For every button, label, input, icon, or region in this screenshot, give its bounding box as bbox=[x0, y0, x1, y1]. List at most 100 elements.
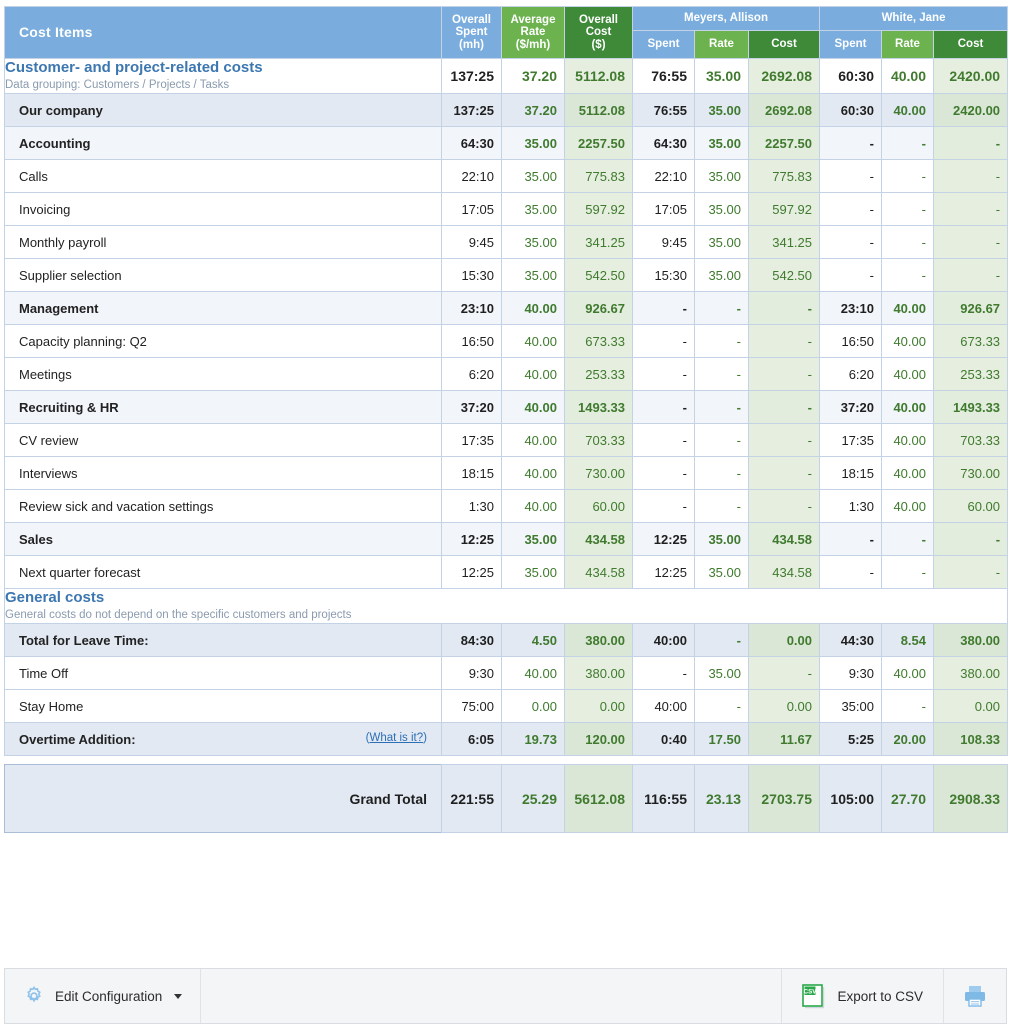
cell-white-cost: 0.00 bbox=[934, 690, 1008, 723]
section-title: Customer- and project-related costs bbox=[5, 59, 441, 77]
table-row[interactable]: Sales12:2535.00434.5812:2535.00434.58--- bbox=[5, 523, 1008, 556]
cell-meyers-cost: - bbox=[749, 657, 820, 690]
edit-configuration-button[interactable]: Edit Configuration bbox=[5, 969, 201, 1023]
cell-overall-spent: 12:25 bbox=[442, 556, 502, 589]
overtime-label: Overtime Addition: bbox=[19, 732, 136, 747]
what-is-it-link[interactable]: (What is it?) bbox=[366, 732, 427, 744]
col-header-person-white[interactable]: White, Jane bbox=[820, 7, 1008, 31]
cell-meyers-cost: - bbox=[749, 325, 820, 358]
cell-average-rate: 35.00 bbox=[502, 556, 565, 589]
cell-white-spent: - bbox=[820, 127, 882, 160]
table-row[interactable]: Capacity planning: Q216:5040.00673.33---… bbox=[5, 325, 1008, 358]
cell-meyers-rate: - bbox=[695, 690, 749, 723]
cell-average-rate: 35.00 bbox=[502, 127, 565, 160]
cell-meyers-rate: - bbox=[695, 325, 749, 358]
cell-average-rate: 4.50 bbox=[502, 624, 565, 657]
cell-meyers-spent: 22:10 bbox=[633, 160, 695, 193]
section-total-average-rate: 37.20 bbox=[502, 59, 565, 94]
edit-configuration-label: Edit Configuration bbox=[55, 989, 162, 1004]
table-row[interactable]: Accounting64:3035.002257.5064:3035.00225… bbox=[5, 127, 1008, 160]
cell-meyers-spent: 40:00 bbox=[633, 690, 695, 723]
table-row[interactable]: Supplier selection15:3035.00542.5015:303… bbox=[5, 259, 1008, 292]
cell-meyers-rate: - bbox=[695, 292, 749, 325]
overtime-average-rate: 19.73 bbox=[502, 723, 565, 756]
col-header-meyers-spent[interactable]: Spent bbox=[633, 31, 695, 59]
cell-meyers-rate: 35.00 bbox=[695, 193, 749, 226]
cell-average-rate: 35.00 bbox=[502, 523, 565, 556]
cell-meyers-spent: 12:25 bbox=[633, 556, 695, 589]
col-header-white-rate[interactable]: Rate bbox=[882, 31, 934, 59]
cell-average-rate: 40.00 bbox=[502, 292, 565, 325]
section-title-cell[interactable]: Customer- and project-related costs Data… bbox=[5, 59, 442, 94]
cell-white-spent: - bbox=[820, 226, 882, 259]
col-header-overall-cost[interactable]: Overall Cost ($) bbox=[565, 7, 633, 59]
cell-overall-spent: 22:10 bbox=[442, 160, 502, 193]
row-label: Stay Home bbox=[5, 690, 442, 723]
overtime-label-cell: (What is it?) Overtime Addition: bbox=[5, 723, 442, 756]
cell-average-rate: 40.00 bbox=[502, 358, 565, 391]
cell-average-rate: 40.00 bbox=[502, 657, 565, 690]
export-to-csv-button[interactable]: CSV Export to CSV bbox=[782, 969, 944, 1023]
table-row[interactable]: Total for Leave Time:84:304.50380.0040:0… bbox=[5, 624, 1008, 657]
cell-meyers-spent: - bbox=[633, 391, 695, 424]
table-row[interactable]: Review sick and vacation settings1:3040.… bbox=[5, 490, 1008, 523]
table-row[interactable]: Time Off9:3040.00380.00-35.00-9:3040.003… bbox=[5, 657, 1008, 690]
table-row[interactable]: Calls22:1035.00775.8322:1035.00775.83--- bbox=[5, 160, 1008, 193]
table-row[interactable]: Invoicing17:0535.00597.9217:0535.00597.9… bbox=[5, 193, 1008, 226]
table-row[interactable]: Monthly payroll9:4535.00341.259:4535.003… bbox=[5, 226, 1008, 259]
cell-white-rate: 40.00 bbox=[882, 424, 934, 457]
section-total-white-rate: 40.00 bbox=[882, 59, 934, 94]
col-header-person-meyers[interactable]: Meyers, Allison bbox=[633, 7, 820, 31]
col-header-average-rate[interactable]: Average Rate ($/mh) bbox=[502, 7, 565, 59]
cell-overall-spent: 64:30 bbox=[442, 127, 502, 160]
table-row[interactable]: Our company137:2537.205112.0876:5535.002… bbox=[5, 94, 1008, 127]
cell-meyers-rate: 35.00 bbox=[695, 657, 749, 690]
cell-white-rate: 40.00 bbox=[882, 94, 934, 127]
col-header-white-cost[interactable]: Cost bbox=[934, 31, 1008, 59]
table-row[interactable]: Stay Home75:000.000.0040:00-0.0035:00-0.… bbox=[5, 690, 1008, 723]
cell-meyers-rate: - bbox=[695, 624, 749, 657]
col-header-white-spent[interactable]: Spent bbox=[820, 31, 882, 59]
overtime-addition-row[interactable]: (What is it?)Overtime Addition:6:0519.73… bbox=[5, 723, 1008, 756]
cell-white-rate: - bbox=[882, 259, 934, 292]
cell-white-cost: 380.00 bbox=[934, 657, 1008, 690]
cell-meyers-cost: 0.00 bbox=[749, 624, 820, 657]
section-total-meyers-spent: 76:55 bbox=[633, 59, 695, 94]
overtime-meyers-cost: 11.67 bbox=[749, 723, 820, 756]
col-header-meyers-rate[interactable]: Rate bbox=[695, 31, 749, 59]
table-row[interactable]: Next quarter forecast12:2535.00434.5812:… bbox=[5, 556, 1008, 589]
bottom-toolbar: Edit Configuration CSV Export to CSV bbox=[4, 968, 1007, 1024]
general-costs-cell[interactable]: General costsGeneral costs do not depend… bbox=[5, 589, 1008, 624]
print-button[interactable] bbox=[944, 969, 1006, 1023]
col-header-overall-spent[interactable]: Overall Spent (mh) bbox=[442, 7, 502, 59]
cell-white-spent: 9:30 bbox=[820, 657, 882, 690]
col-header-cost-items[interactable]: Cost Items bbox=[5, 7, 442, 59]
row-label: Management bbox=[5, 292, 442, 325]
cell-overall-spent: 84:30 bbox=[442, 624, 502, 657]
cell-white-rate: 40.00 bbox=[882, 358, 934, 391]
section-total-meyers-rate: 35.00 bbox=[695, 59, 749, 94]
cell-meyers-cost: 775.83 bbox=[749, 160, 820, 193]
overall-cost-line3: ($) bbox=[565, 39, 632, 52]
cell-meyers-cost: 597.92 bbox=[749, 193, 820, 226]
cell-overall-cost: 434.58 bbox=[565, 556, 633, 589]
col-header-meyers-cost[interactable]: Cost bbox=[749, 31, 820, 59]
cell-overall-spent: 16:50 bbox=[442, 325, 502, 358]
cell-overall-spent: 1:30 bbox=[442, 490, 502, 523]
table-row[interactable]: CV review17:3540.00703.33---17:3540.0070… bbox=[5, 424, 1008, 457]
svg-text:CSV: CSV bbox=[804, 988, 818, 995]
table-row[interactable]: Management23:1040.00926.67---23:1040.009… bbox=[5, 292, 1008, 325]
cell-overall-spent: 75:00 bbox=[442, 690, 502, 723]
cell-meyers-rate: - bbox=[695, 490, 749, 523]
cell-white-spent: 6:20 bbox=[820, 358, 882, 391]
header-row-top: Cost Items Overall Spent (mh) Average Ra… bbox=[5, 7, 1008, 31]
table-row[interactable]: Meetings6:2040.00253.33---6:2040.00253.3… bbox=[5, 358, 1008, 391]
cell-meyers-rate: - bbox=[695, 457, 749, 490]
cell-overall-cost: 673.33 bbox=[565, 325, 633, 358]
table-row[interactable]: Recruiting & HR37:2040.001493.33---37:20… bbox=[5, 391, 1008, 424]
cell-white-spent: 35:00 bbox=[820, 690, 882, 723]
caret-down-icon[interactable] bbox=[174, 994, 182, 999]
table-row[interactable]: Interviews18:1540.00730.00---18:1540.007… bbox=[5, 457, 1008, 490]
cell-white-rate: 40.00 bbox=[882, 490, 934, 523]
grand-total-white-cost: 2908.33 bbox=[934, 765, 1008, 833]
